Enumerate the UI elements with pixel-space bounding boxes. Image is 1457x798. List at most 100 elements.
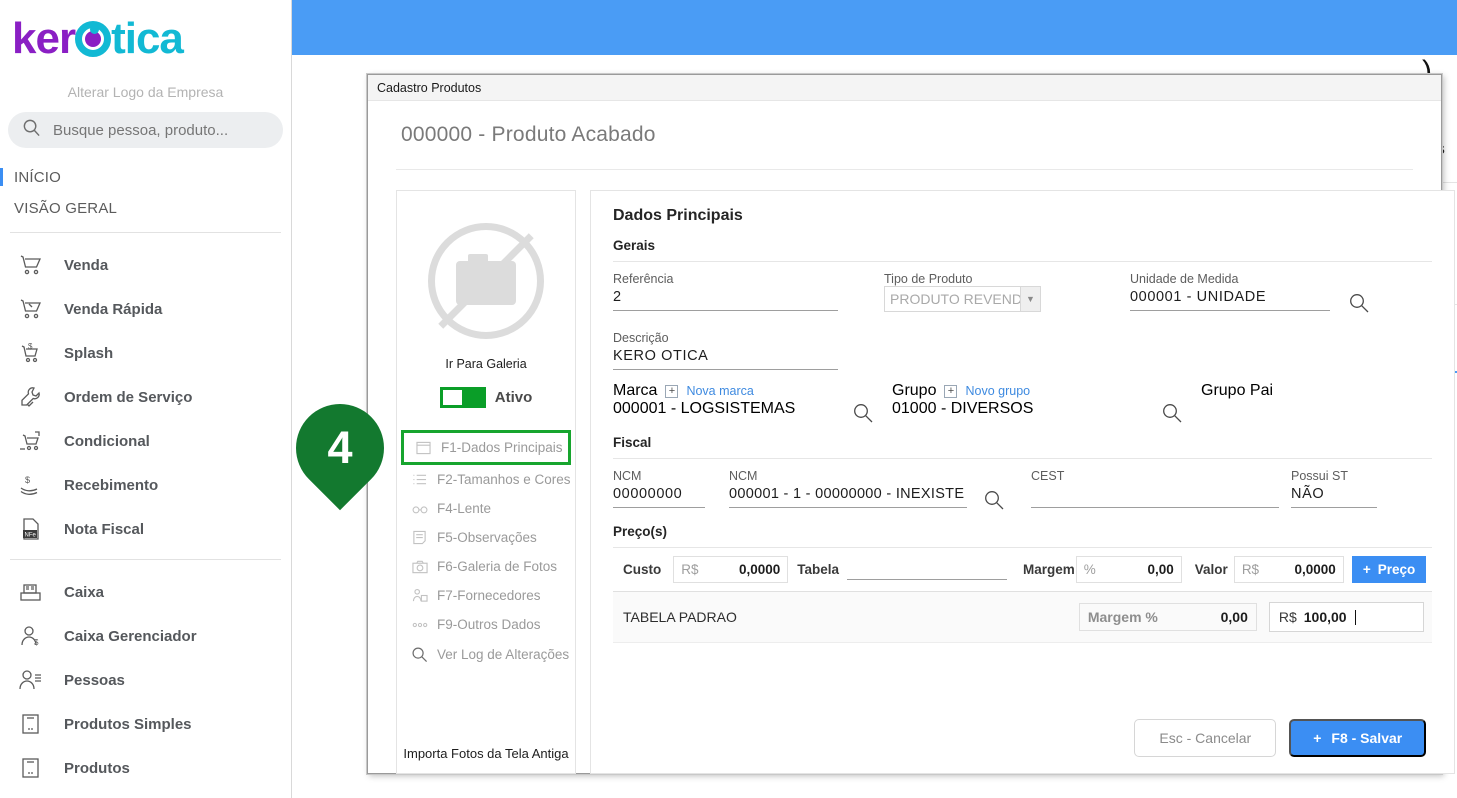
margem-input[interactable]: % 0,00 <box>1075 556 1182 583</box>
field-grupo[interactable]: Grupo + Novo grupo 01000 - DIVERSOS <box>892 382 1147 418</box>
marca-search-button[interactable] <box>852 402 874 429</box>
cart-icon <box>16 252 46 278</box>
sidebar-label: Produtos Simples <box>64 715 192 733</box>
field-label: Grupo <box>892 382 937 399</box>
field-unidade-de-medida[interactable]: Unidade de Medida 000001 - UNIDADE <box>1130 272 1330 311</box>
tab-f4-lente[interactable]: F4-Lente <box>397 494 575 523</box>
grupo-search-button[interactable] <box>1161 402 1183 429</box>
sidebar-item-caixa-gerenciador[interactable]: $ Caixa Gerenciador <box>0 614 291 658</box>
sidebar-label: Condicional <box>64 432 150 450</box>
field-label: Grupo Pai <box>1201 382 1274 399</box>
field-grupo-pai[interactable]: Grupo Pai <box>1201 382 1403 418</box>
field-marca[interactable]: Marca + Nova marca 000001 - LOGSISTEMAS <box>613 382 838 418</box>
field-possui-st[interactable]: Possui ST NÃO <box>1291 469 1377 508</box>
preco-row-name: TABELA PADRAO <box>623 609 737 625</box>
callout-number: 4 <box>327 422 353 473</box>
tab-f9-outros-dados[interactable]: F9-Outros Dados <box>397 610 575 639</box>
preco-header-row: Custo R$ 0,0000 Tabela Margem % 0,00 Val… <box>613 548 1433 592</box>
novo-grupo-link[interactable]: Novo grupo <box>965 384 1030 398</box>
active-toggle[interactable] <box>439 387 486 408</box>
sidebar-item-nota-fiscal[interactable]: NFe Nota Fiscal <box>0 507 291 551</box>
camera-icon <box>411 560 428 574</box>
sidebar-item-inicio[interactable]: INÍCIO <box>0 162 291 193</box>
unidade-search-button[interactable] <box>1348 292 1370 319</box>
sidebar-item-caixa[interactable]: Caixa <box>0 570 291 614</box>
field-value: 000001 - LOGSISTEMAS <box>613 400 796 417</box>
change-logo-link[interactable]: Alterar Logo da Empresa <box>0 84 291 100</box>
glasses-icon <box>411 502 428 516</box>
logo-part-1: ker <box>12 14 76 63</box>
field-label: Possui ST <box>1291 469 1348 483</box>
sidebar-item-splash[interactable]: $ Splash <box>0 331 291 375</box>
gallery-link[interactable]: Ir Para Galeria <box>397 357 575 371</box>
nova-marca-link[interactable]: Nova marca <box>686 384 753 398</box>
sidebar: ker tica Alterar Logo da Empresa Busque p… <box>0 0 292 798</box>
sidebar-divider <box>10 232 281 233</box>
field-label: Descrição <box>613 331 669 345</box>
sidebar-item-ordem-de-servico[interactable]: Ordem de Serviço <box>0 375 291 419</box>
field-cest[interactable]: CEST <box>1031 469 1279 508</box>
field-ncm-code[interactable]: NCM 00000000 <box>613 469 705 508</box>
no-camera-icon[interactable] <box>428 223 544 339</box>
tab-f1-dados-principais[interactable]: F1-Dados Principais <box>401 430 571 465</box>
user-dollar-icon: $ <box>16 623 46 649</box>
sidebar-label: Nota Fiscal <box>64 520 145 538</box>
field-ncm-description[interactable]: NCM 000001 - 1 - 00000000 - INEXISTE <box>729 469 967 508</box>
tab-f7-fornecedores[interactable]: F7-Fornecedores <box>397 581 575 610</box>
brand-logo[interactable]: ker tica <box>0 0 291 78</box>
tab-ver-log-de-alteracoes[interactable]: Ver Log de Alterações <box>397 639 575 670</box>
modal-body: 000000 - Produto Acabado Ir Para Galeria… <box>368 101 1456 774</box>
save-label: F8 - Salvar <box>1331 730 1403 746</box>
add-preco-label: Preço <box>1377 562 1416 577</box>
hand-money-icon: $ <box>16 472 46 498</box>
import-photos-link[interactable]: Importa Fotos da Tela Antiga <box>397 746 575 761</box>
row-valor-input[interactable]: R$ 100,00 <box>1268 602 1424 632</box>
nfe-document-icon: NFe <box>16 516 46 542</box>
field-label: Unidade de Medida <box>1130 272 1239 286</box>
plus-icon[interactable]: + <box>665 384 679 398</box>
tab-f6-galeria-de-fotos[interactable]: F6-Galeria de Fotos <box>397 552 575 581</box>
row-margem-input[interactable]: Margem % 0,00 <box>1078 603 1257 631</box>
tab-label: F7-Fornecedores <box>437 588 541 603</box>
list-icon <box>411 473 428 487</box>
sidebar-item-venda[interactable]: Venda <box>0 243 291 287</box>
field-tipo-de-produto[interactable]: Tipo de Produto PRODUTO REVENDA ▼ <box>884 272 1084 312</box>
sidebar-divider-2 <box>10 559 281 560</box>
custo-input[interactable]: R$ 0,0000 <box>673 556 789 583</box>
tab-label: F1-Dados Principais <box>441 440 563 455</box>
sidebar-item-promocao[interactable]: % Promoção <box>0 790 291 798</box>
gerais-heading: Gerais <box>613 238 656 253</box>
field-descricao[interactable]: Descrição KERO OTICA <box>613 331 838 370</box>
sidebar-item-pessoas[interactable]: Pessoas <box>0 658 291 702</box>
add-preco-button[interactable]: + Preço <box>1351 556 1427 583</box>
valor-input[interactable]: R$ 0,0000 <box>1233 556 1344 583</box>
field-referencia[interactable]: Referência 2 <box>613 272 838 311</box>
sidebar-item-venda-rapida[interactable]: Venda Rápida <box>0 287 291 331</box>
plus-icon[interactable]: + <box>944 384 958 398</box>
sidebar-item-condicional[interactable]: Condicional <box>0 419 291 463</box>
sidebar-item-visao-geral[interactable]: VISÃO GERAL <box>0 193 291 224</box>
save-button[interactable]: + F8 - Salvar <box>1289 719 1427 757</box>
sidebar-item-produtos-simples[interactable]: Produtos Simples <box>0 702 291 746</box>
sidebar-item-recebimento[interactable]: $ Recebimento <box>0 463 291 507</box>
currency-symbol: R$ <box>1278 609 1297 625</box>
sidebar-item-produtos[interactable]: Produtos <box>0 746 291 790</box>
search-input[interactable]: Busque pessoa, produto... <box>8 112 283 148</box>
search-icon <box>411 646 428 663</box>
tab-f2-tamanhos-e-cores[interactable]: F2-Tamanhos e Cores <box>397 465 575 494</box>
tab-f5-observacoes[interactable]: F5-Observações <box>397 523 575 552</box>
tabela-input[interactable] <box>847 559 1008 580</box>
sidebar-label: Venda <box>64 256 109 274</box>
chevron-down-icon: ▼ <box>1020 287 1040 311</box>
percent-symbol: % <box>1083 562 1096 577</box>
tipo-produto-select[interactable]: PRODUTO REVENDA ▼ <box>884 286 1041 312</box>
field-label: Tipo de Produto <box>884 272 973 286</box>
app-root: ) ❯ L as a s C A m g F S e de kertica Al… <box>0 0 1457 798</box>
modal-left-pane: Ir Para Galeria Ativo F1-Dados Principai… <box>396 190 576 774</box>
row-margem-value: 0,00 <box>1220 609 1248 625</box>
modal-footer: Esc - Cancelar + F8 - Salvar <box>1134 719 1427 757</box>
ncm-search-button[interactable] <box>983 489 1005 516</box>
field-value: KERO OTICA <box>613 345 838 370</box>
cancel-button[interactable]: Esc - Cancelar <box>1134 719 1277 757</box>
sidebar-top-links: INÍCIO VISÃO GERAL <box>0 162 291 224</box>
